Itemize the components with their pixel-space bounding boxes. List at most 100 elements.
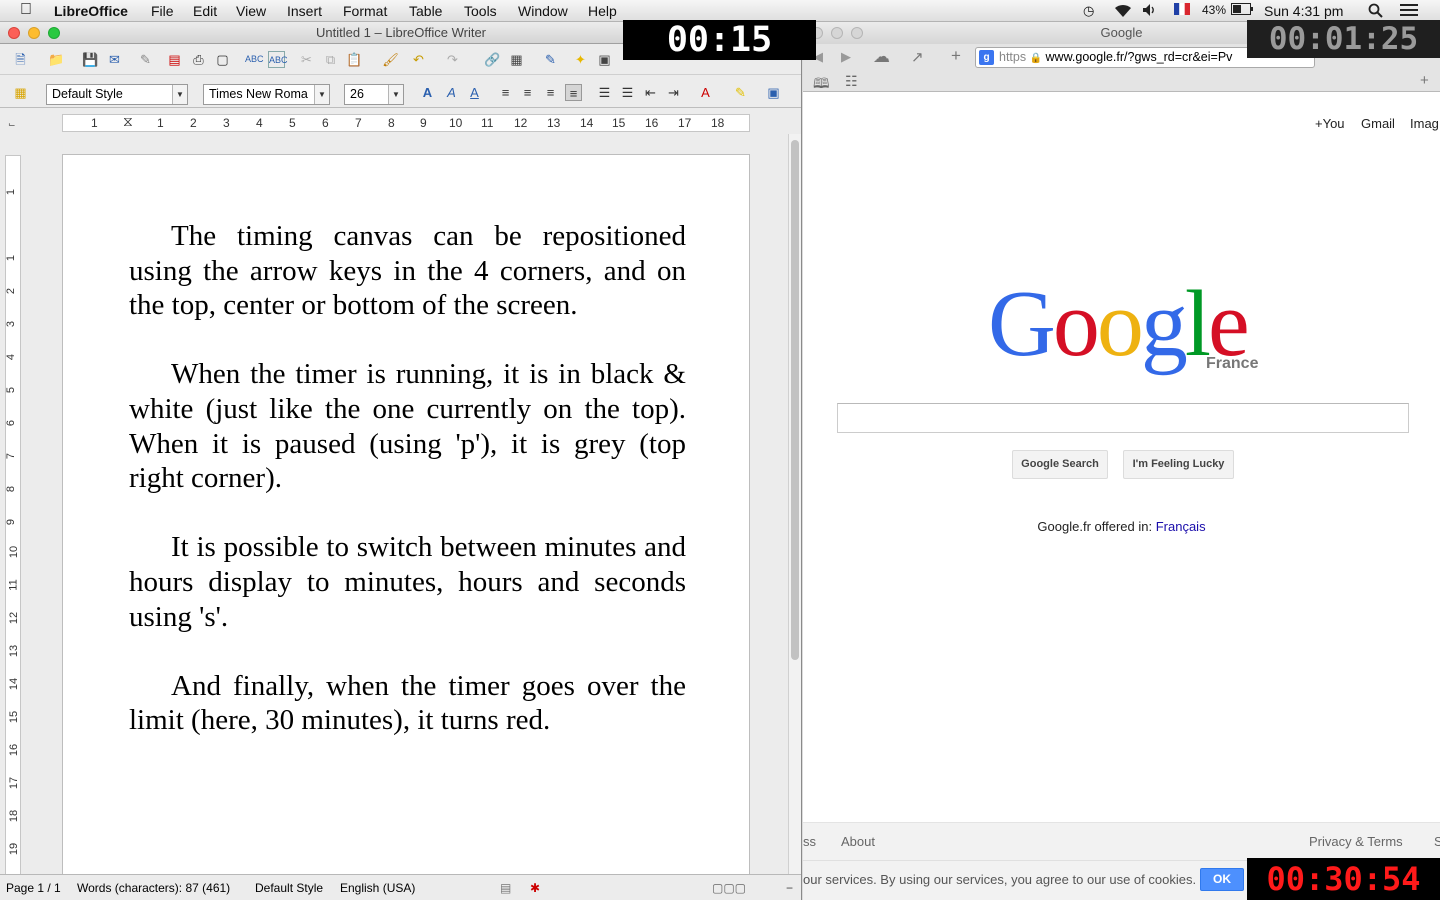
paragraph-style-combo[interactable]: Default Style ▼ (46, 84, 188, 105)
align-right-icon[interactable]: ≡ (542, 84, 559, 101)
minimize-button[interactable] (28, 27, 40, 39)
scrollbar-thumb[interactable] (791, 140, 799, 660)
volume-icon[interactable] (1142, 3, 1156, 20)
menu-file[interactable]: File (151, 3, 174, 19)
document-area[interactable]: The timing canvas can be repositioned us… (22, 134, 788, 894)
status-word-count[interactable]: Words (characters): 87 (461) (77, 881, 230, 895)
redo-icon[interactable]: ↷ (444, 51, 461, 68)
indent-marker-icon[interactable]: ⧖ (123, 113, 133, 130)
status-page-style[interactable]: Default Style (255, 881, 323, 895)
reading-list-icon[interactable]: 🕮 (813, 73, 830, 97)
clone-formatting-icon[interactable]: 🖌 (382, 51, 399, 68)
timer-running[interactable]: 00:15 (623, 20, 816, 60)
menu-app-name[interactable]: LibreOffice (54, 3, 128, 19)
justify-icon[interactable]: ≡ (565, 84, 582, 101)
footer-privacy-terms[interactable]: Privacy & Terms (1309, 834, 1403, 849)
export-pdf-icon[interactable]: ▤ (166, 51, 183, 68)
horizontal-ruler[interactable]: 1 1 2 3 4 5 6 7 8 9 10 11 12 13 14 15 16… (62, 113, 750, 132)
cookie-ok-button[interactable]: OK (1200, 868, 1244, 891)
paragraph[interactable]: The timing canvas can be repositioned us… (129, 219, 686, 323)
menu-view[interactable]: View (236, 3, 266, 19)
decrease-indent-icon[interactable]: ⇤ (642, 84, 659, 101)
chevron-down-icon[interactable]: ▼ (388, 85, 403, 104)
google-search-input[interactable] (837, 403, 1409, 433)
align-center-icon[interactable]: ≡ (519, 84, 536, 101)
menu-window[interactable]: Window (518, 3, 568, 19)
spotlight-icon[interactable] (1368, 3, 1383, 21)
font-color-icon[interactable]: A (697, 84, 714, 101)
zoom-out-icon[interactable]: − (786, 881, 793, 895)
font-name-combo[interactable]: Times New Roma ▼ (203, 84, 330, 105)
zoom-button[interactable] (851, 27, 863, 39)
cut-icon[interactable]: ✂ (298, 51, 315, 68)
italic-icon[interactable]: A (443, 84, 460, 101)
status-language[interactable]: English (USA) (340, 881, 415, 895)
underline-icon[interactable]: A (466, 84, 483, 101)
print-icon[interactable]: ⎙ (190, 51, 207, 68)
chevron-down-icon[interactable]: ▼ (314, 85, 329, 104)
highlight-icon[interactable]: ✎ (732, 84, 749, 101)
time-machine-icon[interactable]: ◷ (1083, 3, 1094, 19)
increase-indent-icon[interactable]: ⇥ (665, 84, 682, 101)
gallery-icon[interactable]: ▣ (596, 51, 613, 68)
table-icon[interactable]: ▦ (508, 51, 525, 68)
undo-icon[interactable]: ↶ (410, 51, 427, 68)
spellcheck-icon[interactable]: ABC (245, 51, 264, 68)
language-link[interactable]: Français (1156, 519, 1206, 534)
autospellcheck-icon[interactable]: ABC (268, 51, 288, 68)
google-search-button[interactable]: Google Search (1012, 450, 1108, 479)
add-tab-icon[interactable]: + (1420, 72, 1429, 89)
feeling-lucky-button[interactable]: I'm Feeling Lucky (1123, 450, 1234, 479)
menu-clock[interactable]: Sun 4:31 pm (1264, 3, 1343, 19)
navigator-icon[interactable]: ✦ (572, 51, 589, 68)
notification-icon[interactable] (1400, 3, 1418, 20)
email-icon[interactable]: ✉ (106, 51, 123, 68)
vertical-scrollbar[interactable] (788, 134, 801, 874)
bullet-list-icon[interactable]: ☰ (619, 84, 636, 101)
paragraph[interactable]: It is possible to switch between minutes… (129, 530, 686, 634)
footer-settings-partial[interactable]: S (1434, 834, 1440, 849)
edit-mode-icon[interactable]: ✎ (137, 51, 154, 68)
align-left-icon[interactable]: ≡ (497, 84, 514, 101)
battery-percent[interactable]: 43% (1202, 3, 1226, 17)
new-document-icon[interactable]: 🗎 (12, 51, 29, 68)
menu-format[interactable]: Format (343, 3, 387, 19)
selection-mode-icon[interactable]: ▤ (500, 881, 511, 895)
apple-icon[interactable]:  (20, 1, 32, 19)
status-page[interactable]: Page 1 / 1 (6, 881, 61, 895)
styles-icon[interactable]: ▦ (12, 84, 29, 101)
flag-fr-icon[interactable] (1174, 3, 1190, 18)
copy-icon[interactable]: ⧉ (322, 51, 339, 68)
menu-help[interactable]: Help (588, 3, 617, 19)
zoom-button[interactable] (48, 27, 60, 39)
save-icon[interactable]: 💾 (82, 51, 99, 68)
link-images[interactable]: Imag (1410, 116, 1439, 131)
menu-edit[interactable]: Edit (193, 3, 217, 19)
vertical-ruler[interactable]: 1 1 2 3 4 5 6 7 8 9 10 11 12 13 14 15 16… (5, 155, 21, 895)
chevron-down-icon[interactable]: ▼ (172, 85, 187, 104)
timer-paused[interactable]: 00:01:25 (1247, 20, 1440, 58)
font-size-combo[interactable]: 26 ▼ (344, 84, 404, 105)
menu-table[interactable]: Table (409, 3, 442, 19)
document-page[interactable]: The timing canvas can be repositioned us… (62, 154, 750, 894)
open-icon[interactable]: 📁 (48, 51, 65, 68)
wifi-icon[interactable] (1113, 3, 1133, 21)
close-button[interactable] (8, 27, 20, 39)
bold-icon[interactable]: A (419, 84, 436, 101)
link-gmail[interactable]: Gmail (1361, 116, 1395, 131)
menu-tools[interactable]: Tools (464, 3, 497, 19)
timer-over-limit[interactable]: 00:30:54 (1247, 858, 1440, 900)
forward-icon[interactable]: ▶ (841, 49, 851, 65)
paragraph[interactable]: When the timer is running, it is in blac… (129, 357, 686, 495)
new-tab-icon[interactable]: + (951, 46, 961, 66)
footer-about[interactable]: About (841, 834, 875, 849)
hyperlink-icon[interactable]: 🔗 (484, 51, 501, 68)
draw-icon[interactable]: ✎ (542, 51, 559, 68)
view-layout-icon[interactable]: ▢▢▢ (712, 881, 746, 895)
minimize-button[interactable] (831, 27, 843, 39)
tab-stop-icon[interactable]: ⌙ (8, 119, 16, 130)
background-color-icon[interactable]: ▣ (765, 84, 782, 101)
menu-insert[interactable]: Insert (287, 3, 322, 19)
document-modified-icon[interactable]: ✱ (530, 881, 540, 895)
share-icon[interactable]: ↗ (911, 48, 924, 66)
